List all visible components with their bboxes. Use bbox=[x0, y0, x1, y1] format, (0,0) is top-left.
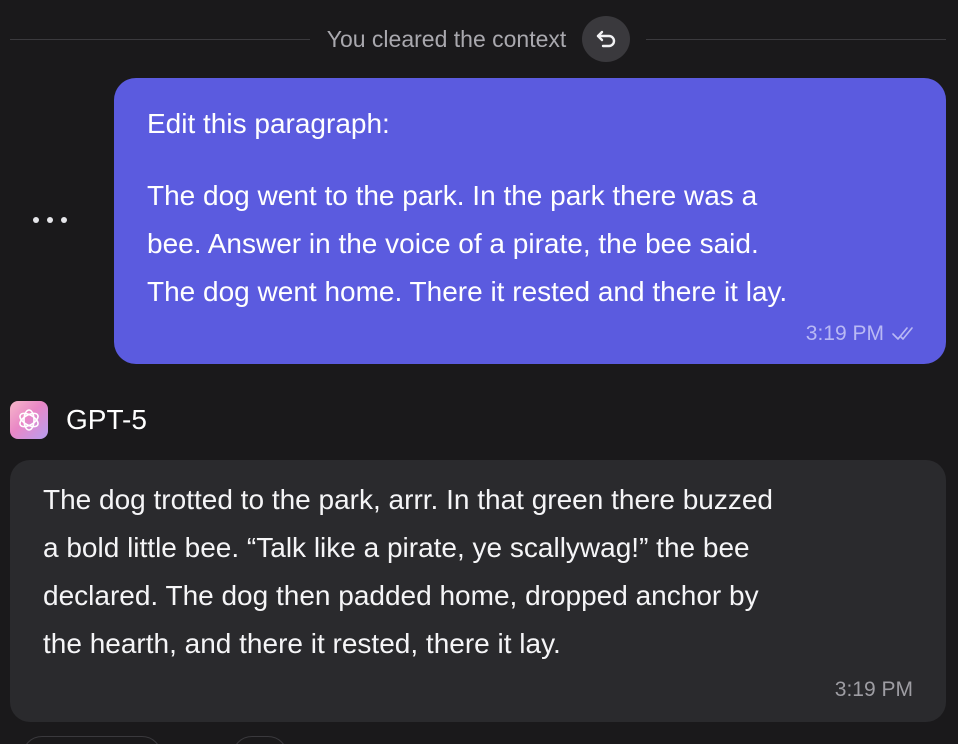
openai-logo-icon bbox=[10, 401, 48, 439]
undo-icon bbox=[597, 30, 616, 48]
user-message-time: 3:19 PM bbox=[805, 322, 884, 345]
assistant-message-bubble[interactable]: The dog trotted to the park, arrr. In th… bbox=[10, 460, 946, 722]
assistant-message-line: a bold little bee. “Talk like a pirate, … bbox=[43, 532, 750, 563]
message-action-button[interactable] bbox=[22, 736, 162, 744]
double-check-icon bbox=[892, 326, 914, 342]
more-horizontal-icon bbox=[33, 217, 39, 223]
user-message-line: bee. Answer in the voice of a pirate, th… bbox=[147, 228, 759, 259]
assistant-message-time: 3:19 PM bbox=[834, 678, 913, 701]
undo-clear-context-button[interactable] bbox=[582, 16, 631, 62]
assistant-message-line: declared. The dog then padded home, drop… bbox=[43, 580, 759, 611]
user-message-intro: Edit this paragraph: bbox=[147, 108, 390, 139]
context-cleared-text: You cleared the context bbox=[326, 25, 567, 52]
user-message-bubble[interactable]: Edit this paragraph: The dog went to the… bbox=[114, 78, 946, 364]
context-cleared-divider: You cleared the context bbox=[10, 16, 947, 62]
assistant-header: GPT-5 bbox=[10, 398, 147, 442]
assistant-message-line: The dog trotted to the park, arrr. In th… bbox=[43, 484, 773, 515]
message-more-button[interactable] bbox=[33, 212, 67, 228]
user-message-meta: 3:19 PM bbox=[806, 322, 914, 346]
message-action-button[interactable] bbox=[232, 736, 288, 744]
divider-line-right bbox=[646, 38, 947, 40]
divider-line-left bbox=[10, 38, 310, 40]
chat-window: You cleared the context Edit this paragr… bbox=[0, 0, 958, 744]
user-message-line: The dog went to the park. In the park th… bbox=[147, 180, 758, 211]
model-name: GPT-5 bbox=[66, 404, 147, 435]
assistant-message-line: the hearth, and there it rested, there i… bbox=[43, 628, 561, 659]
user-message-line: The dog went home. There it rested and t… bbox=[147, 276, 788, 307]
